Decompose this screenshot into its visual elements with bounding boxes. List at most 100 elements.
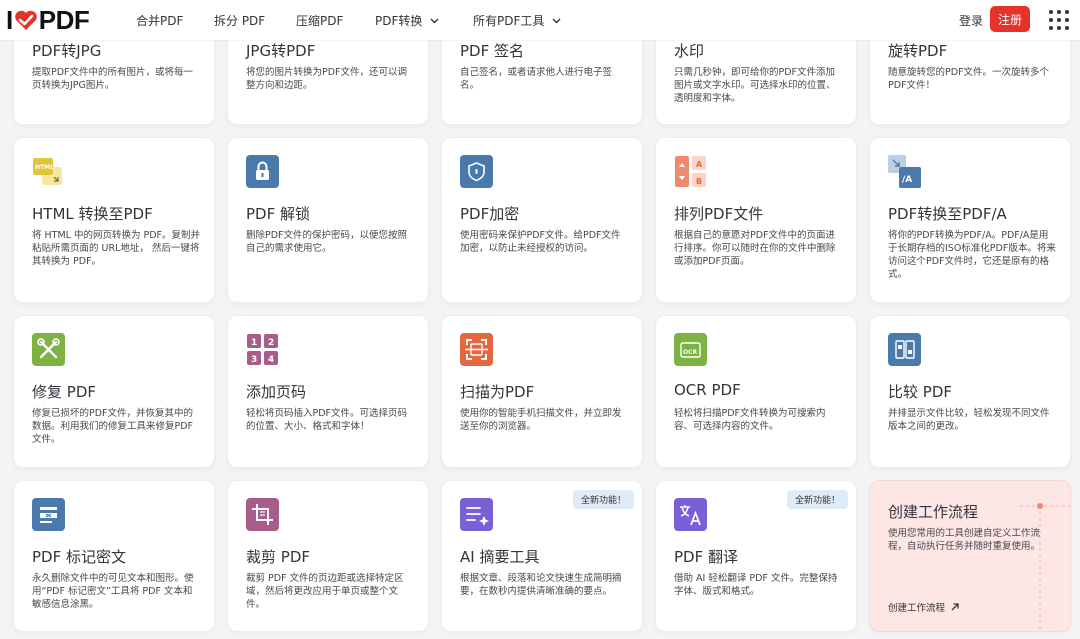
tool-title: PDF 签名 — [460, 42, 524, 60]
tool-description: 随意旋转您的PDF文件。一次旋转多个PDF文件！ — [888, 67, 1050, 91]
logo-text-i: I — [6, 4, 13, 35]
crop-icon — [246, 498, 279, 531]
tool-description: 删除PDF文件的保护密码，以便您按照自己的需求使用它。 — [246, 230, 408, 254]
workflow-decoration-graphic — [1020, 503, 1070, 631]
heart-icon — [14, 10, 37, 30]
repair-tools-icon — [32, 333, 65, 366]
translate-icon — [674, 498, 707, 531]
tool-description: 使用密码来保护PDF文件。给PDF文件加密，以防止未经授权的访问。 — [460, 230, 621, 254]
tool-title: PDF 解锁 — [246, 205, 310, 223]
tool-description: 并排显示文件比较，轻松发现不同文件版本之间的更改。 — [888, 408, 1050, 432]
tool-description: 轻松将页码插入PDF文件。可选择页码的位置、大小、格式和字体！ — [246, 408, 408, 432]
pdfa-icon: /A — [888, 155, 921, 188]
tool-card-translate-pdf[interactable]: 全新功能！ PDF 翻译 借助 AI 轻松翻译 PDF 文件。完整保持字体、版式… — [655, 480, 857, 632]
tool-description: 裁剪 PDF 文件的页边距或选择特定区域，然后将更改应用于单页或整个文件。 — [246, 573, 404, 610]
tool-card-pdf-to-pdfa[interactable]: /A PDF转换至PDF/A 将你的PDF转换为PDF/A。PDF/A是用于长期… — [869, 137, 1071, 303]
nav-merge-pdf[interactable]: 合并PDF — [136, 12, 183, 29]
tool-title: 修复 PDF — [32, 383, 96, 401]
tool-description: 自己签名，或者请求他人进行电子签名。 — [460, 67, 613, 91]
digit-4: 4 — [268, 355, 274, 365]
tool-description: 根据文章、段落和论文快速生成简明摘要，在数秒内提供清晰准确的要点。 — [460, 573, 622, 597]
nav-label: 合并PDF — [136, 14, 184, 28]
tool-description: 提取PDF文件中的所有图片，或将每一页转换为JPG图片。 — [32, 67, 194, 91]
ilovepdf-logo[interactable]: I PDF — [6, 4, 90, 35]
tool-title: 裁剪 PDF — [246, 548, 310, 566]
tool-card-crop-pdf[interactable]: 裁剪 PDF 裁剪 PDF 文件的页边距或选择特定区域，然后将更改应用于单页或整… — [227, 480, 429, 632]
tool-card-ai-summary[interactable]: 全新功能！ AI 摘要工具 根据文章、段落和论文快速生成简明摘要，在数秒内提供清… — [441, 480, 643, 632]
unlock-icon — [246, 155, 279, 188]
login-link[interactable]: 登录 — [959, 12, 983, 29]
tool-title: PDF转JPG — [32, 42, 102, 60]
workflow-title: 创建工作流程 — [888, 503, 979, 521]
nav-label: 所有PDF工具 — [473, 14, 545, 28]
shield-icon — [460, 155, 493, 188]
scan-icon — [460, 333, 493, 366]
new-feature-badge: 全新功能！ — [786, 490, 848, 509]
tool-card-add-page-numbers[interactable]: 1 2 3 4 添加页码 轻松将页码插入PDF文件。可选择页码的位置、大小、格式… — [227, 315, 429, 468]
chevron-down-icon — [430, 18, 439, 23]
page-a-label: A — [696, 160, 703, 169]
tool-card-redact-pdf[interactable]: PDF 标记密文 永久删除文件中的可见文本和图形。使用“PDF 标记密文”工具将… — [13, 480, 215, 632]
tool-description: 使用你的智能手机扫描文件，并立即发送至你的浏览器。 — [460, 408, 622, 432]
tool-title: HTML 转换至PDF — [32, 205, 153, 223]
tool-title: PDF 翻译 — [674, 548, 738, 566]
tool-card-jpg-to-pdf[interactable]: JPG转PDF 将您的图片转换为PDF文件，还可以调整方向和边距。 — [227, 28, 429, 125]
top-header: I PDF 合并PDF 拆分 PDF 压缩PDF PDF转换 所有PDF工具 登… — [0, 0, 1080, 40]
tool-card-organize-pdf[interactable]: A B 排列PDF文件 根据自己的意愿对PDF文件中的页面进行排序。你可以随时在… — [655, 137, 857, 303]
tool-title: PDF 标记密文 — [32, 548, 126, 566]
tool-card-repair-pdf[interactable]: 修复 PDF 修复已损坏的PDF文件，并恢复其中的数据。利用我们的修复工具来修复… — [13, 315, 215, 468]
tool-title: 水印 — [674, 42, 705, 60]
tool-card-ocr-pdf[interactable]: OCR OCR PDF 轻松将扫描PDF文件转换为可搜索内容、可选择内容的文件。 — [655, 315, 857, 468]
tool-card-rotate-pdf[interactable]: 旋转PDF 随意旋转您的PDF文件。一次旋转多个PDF文件！ — [869, 28, 1071, 125]
arrow-up-right-icon — [951, 603, 959, 611]
html-to-pdf-icon: HTML — [33, 158, 62, 185]
tool-title: 添加页码 — [246, 383, 307, 401]
chevron-down-icon — [552, 18, 561, 23]
tool-title: AI 摘要工具 — [460, 548, 540, 566]
redact-icon — [32, 498, 65, 531]
workflow-link-label: 创建工作流程 — [888, 603, 946, 614]
tool-description: 将您的图片转换为PDF文件，还可以调整方向和边距。 — [246, 67, 408, 91]
digit-3: 3 — [251, 355, 257, 365]
tool-card-pdf-to-jpg[interactable]: PDF转JPG 提取PDF文件中的所有图片，或将每一页转换为JPG图片。 — [13, 28, 215, 125]
create-workflow-card[interactable]: 创建工作流程 使用您常用的工具创建自定义工作流程，自动执行任务并随时重复使用。 … — [869, 480, 1071, 632]
nav-label: 拆分 PDF — [214, 14, 266, 28]
digit-2: 2 — [268, 338, 274, 348]
compare-icon — [888, 333, 921, 366]
tool-card-protect-pdf[interactable]: PDF加密 使用密码来保护PDF文件。给PDF文件加密，以防止未经授权的访问。 — [441, 137, 643, 303]
nav-convert-pdf-dropdown[interactable]: PDF转换 — [375, 12, 439, 29]
tool-card-html-to-pdf[interactable]: HTML HTML 转换至PDF 将 HTML 中的网页转换为 PDF。复制并粘… — [13, 137, 215, 303]
tool-title: OCR PDF — [674, 381, 741, 399]
ai-summary-icon — [460, 498, 493, 531]
digit-1: 1 — [251, 338, 257, 348]
nav-compress-pdf[interactable]: 压缩PDF — [296, 12, 343, 29]
organize-pages-icon: A B — [675, 156, 706, 187]
tool-title: PDF转换至PDF/A — [888, 205, 1007, 223]
create-workflow-link[interactable]: 创建工作流程 — [888, 600, 959, 614]
tool-description: 永久删除文件中的可见文本和图形。使用“PDF 标记密文”工具将 PDF 文本和敏… — [32, 573, 194, 610]
nav-all-tools-dropdown[interactable]: 所有PDF工具 — [473, 12, 561, 29]
tool-description: 将你的PDF转换为PDF/A。PDF/A是用于长期存档的ISO标准化PDF版本。… — [888, 230, 1056, 280]
tool-description: 只需几秒钟，即可给你的PDF文件添加图片或文字水印。可选择水印的位置、透明度和字… — [674, 67, 836, 104]
signup-button[interactable]: 注册 — [990, 6, 1030, 32]
tool-card-unlock-pdf[interactable]: PDF 解锁 删除PDF文件的保护密码，以便您按照自己的需求使用它。 — [227, 137, 429, 303]
html-icon-label: HTML — [35, 164, 54, 171]
workflow-description: 使用您常用的工具创建自定义工作流程，自动执行任务并随时重复使用。 — [888, 528, 1041, 552]
tool-card-watermark[interactable]: 水印 只需几秒钟，即可给你的PDF文件添加图片或文字水印。可选择水印的位置、透明… — [655, 28, 857, 125]
tool-title: 扫描为PDF — [460, 383, 535, 401]
tool-title: 比较 PDF — [888, 383, 952, 401]
apps-grid-icon[interactable] — [1049, 10, 1069, 30]
tool-description: 根据自己的意愿对PDF文件中的页面进行排序。你可以随时在你的文件中删除或添加PD… — [674, 230, 836, 267]
page-b-label: B — [696, 177, 702, 186]
logo-text-pdf: PDF — [38, 4, 90, 35]
tool-card-scan-to-pdf[interactable]: 扫描为PDF 使用你的智能手机扫描文件，并立即发送至你的浏览器。 — [441, 315, 643, 468]
ocr-icon-label: OCR — [683, 349, 698, 356]
tool-description: 将 HTML 中的网页转换为 PDF。复制并粘贴所需页面的 URL地址， 然后一… — [32, 230, 201, 267]
tool-card-compare-pdf[interactable]: 比较 PDF 并排显示文件比较，轻松发现不同文件版本之间的更改。 — [869, 315, 1071, 468]
nav-split-pdf[interactable]: 拆分 PDF — [214, 12, 265, 29]
pdfa-icon-label: /A — [902, 175, 912, 185]
tool-description: 借助 AI 轻松翻译 PDF 文件。完整保持字体、版式和格式。 — [674, 573, 838, 597]
tool-card-pdf-sign[interactable]: PDF 签名 自己签名，或者请求他人进行电子签名。 — [441, 28, 643, 125]
tool-description: 轻松将扫描PDF文件转换为可搜索内容、可选择内容的文件。 — [674, 408, 826, 432]
tool-title: JPG转PDF — [246, 42, 316, 60]
